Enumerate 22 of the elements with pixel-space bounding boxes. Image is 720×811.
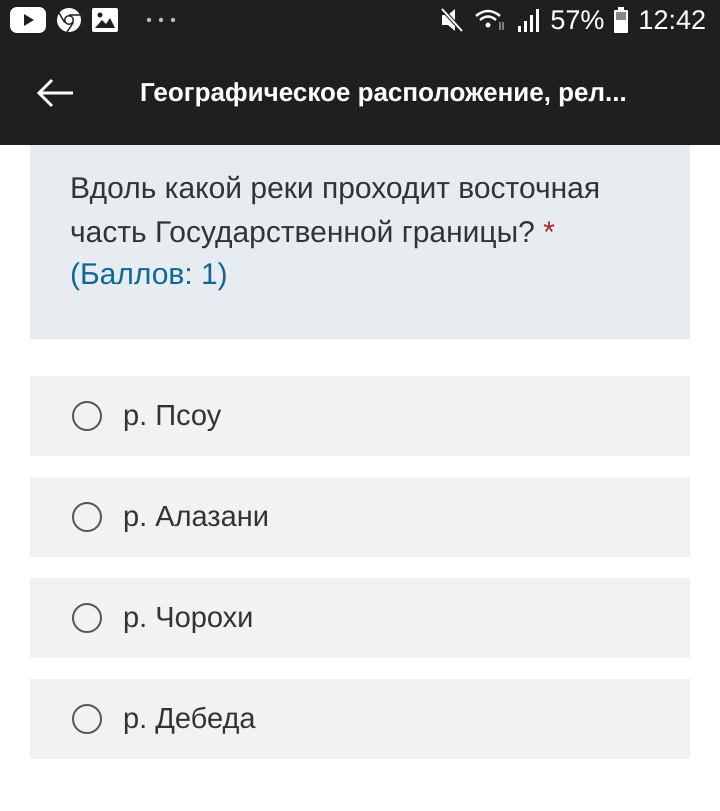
answer-option[interactable]: р. Дебеда	[30, 679, 690, 759]
radio-button[interactable]	[72, 704, 102, 734]
radio-button[interactable]	[72, 401, 102, 431]
points-label: (Баллов: 1)	[70, 257, 229, 293]
radio-button[interactable]	[72, 502, 102, 532]
page-title: Географическое расположение, рел...	[140, 77, 627, 108]
question-text: Вдоль какой реки проходит восточная часть Государственной границы? *	[70, 171, 602, 251]
more-icon	[146, 17, 176, 23]
video-app-icon	[10, 7, 46, 33]
clock-time: 12:42	[638, 4, 706, 36]
battery-icon	[614, 7, 628, 33]
back-arrow-icon[interactable]	[36, 78, 74, 108]
gallery-icon	[92, 8, 118, 32]
answer-option[interactable]: р. Алазани	[30, 477, 690, 557]
radio-button[interactable]	[72, 603, 102, 633]
browser-icon	[56, 7, 82, 33]
wifi-icon	[474, 8, 506, 32]
signal-icon	[516, 8, 540, 32]
answer-option[interactable]: р. Чорохи	[30, 578, 690, 658]
mute-icon	[440, 7, 464, 33]
battery-percent: 57%	[550, 4, 604, 36]
answer-option[interactable]: р. Псоу	[30, 376, 690, 456]
